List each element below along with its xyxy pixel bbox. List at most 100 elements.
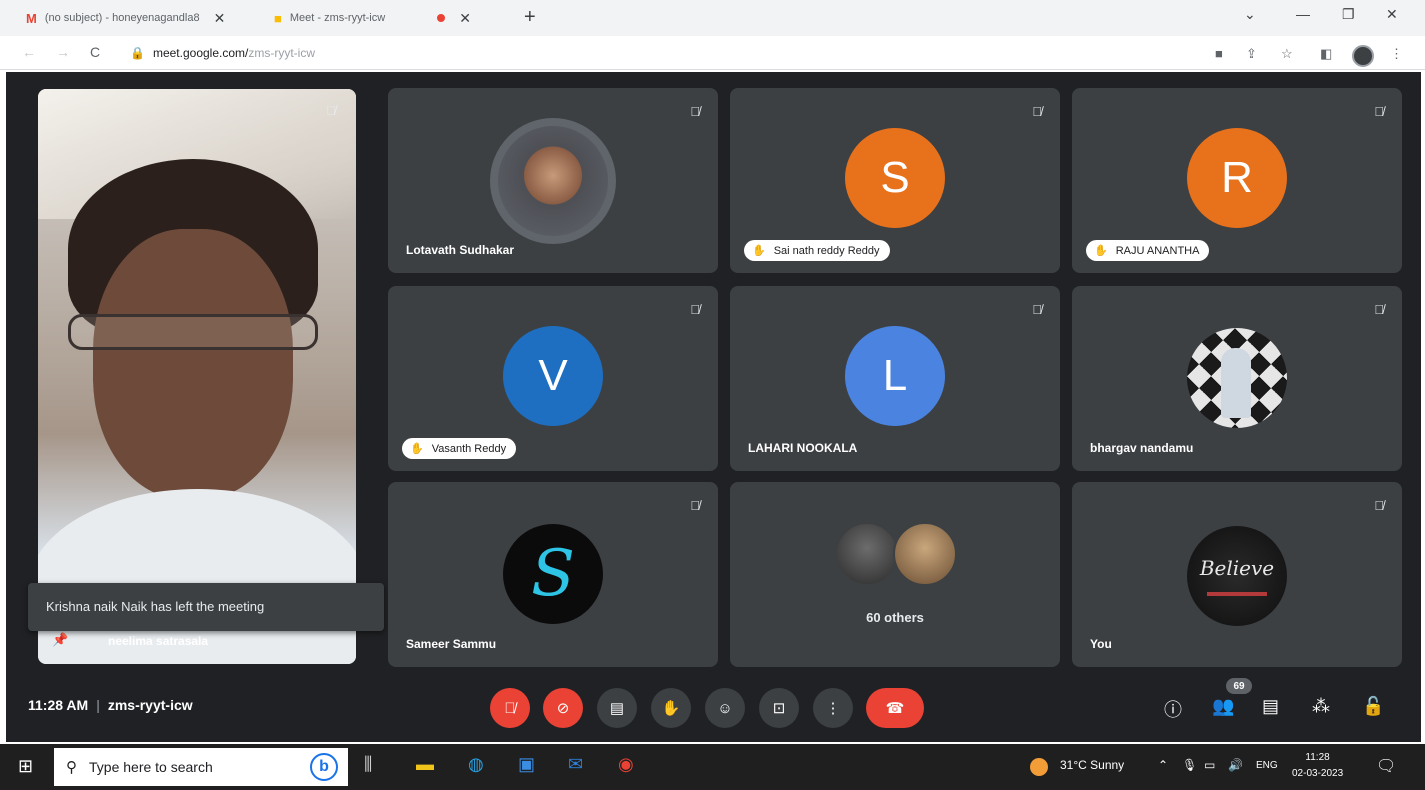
profile-avatar[interactable] (1352, 45, 1374, 67)
bing-icon[interactable]: b (310, 753, 338, 781)
language-indicator[interactable]: ENG (1256, 760, 1278, 771)
hand-raised-icon: ✋ (1094, 245, 1108, 257)
participant-tile[interactable]: S 🎙̸ Sameer Sammu (388, 482, 718, 667)
captions-button[interactable]: ▤ (597, 688, 637, 728)
more-options-button[interactable]: ⋮ (813, 688, 853, 728)
separator: | (96, 697, 100, 713)
people-button[interactable]: 👥 (1212, 696, 1234, 717)
participant-tile[interactable]: R 🎙̸ ✋ RAJU ANANTHA (1072, 88, 1402, 273)
activities-button[interactable]: ⁂ (1312, 696, 1330, 717)
tab-meet-label: Meet - zms-ryyt-icw (289, 12, 386, 24)
restore-button[interactable]: ❐ (1342, 6, 1355, 23)
tab-search-icon[interactable]: ⌄ (1244, 6, 1256, 23)
participant-name: Lotavath Sudhakar (406, 243, 515, 257)
logo-s-icon: S (531, 537, 575, 611)
other-avatar (893, 522, 957, 586)
microphone-tray-icon[interactable]: 🎙 (1182, 758, 1197, 772)
meeting-code: zms-ryyt-icw (107, 697, 193, 713)
mail-icon[interactable]: ✉ (568, 754, 583, 775)
camera-icon[interactable]: ■ (1215, 46, 1223, 61)
weather-text[interactable]: 31°C Sunny (1060, 758, 1124, 772)
participant-tile[interactable]: Believe 🎙̸ You (1072, 482, 1402, 667)
participant-glasses (68, 314, 318, 350)
back-icon[interactable]: ← (22, 44, 36, 60)
avatar-initial: V (538, 351, 568, 400)
pinned-participant-tile[interactable]: 🎙̸ 📌 neelima satrasala (38, 89, 356, 664)
gmail-icon: M (26, 10, 37, 26)
meeting-info: 11:28 AM | zms-ryyt-icw (28, 697, 193, 713)
participant-tile[interactable]: S 🎙̸ ✋ Sai nath reddy Reddy (730, 88, 1060, 273)
participant-photo: Believe (1187, 526, 1287, 626)
share-icon[interactable]: ⇪ (1246, 46, 1257, 62)
microphone-toggle-button[interactable]: 🎙̸ (490, 688, 530, 728)
participant-name: Sai nath reddy Reddy (773, 244, 880, 257)
close-window-button[interactable]: ✕ (1386, 6, 1398, 23)
mic-off-icon: 🎙̸ (1374, 498, 1384, 513)
reactions-button[interactable]: ☺ (705, 688, 745, 728)
close-tab-icon[interactable]: ✕ (214, 10, 226, 27)
participant-avatar: R (1187, 128, 1287, 228)
edge-icon[interactable]: ◍ (468, 754, 484, 775)
photo-text: Believe (1199, 556, 1275, 580)
pin-icon[interactable]: 📌 (52, 632, 68, 648)
present-button[interactable]: ⊡ (759, 688, 799, 728)
participant-tile[interactable]: V 🎙̸ ✋ Vasanth Reddy (388, 286, 718, 471)
new-tab-button[interactable]: + (524, 6, 536, 29)
participant-photo (490, 118, 616, 244)
close-tab-icon[interactable]: ✕ (459, 10, 471, 27)
person-figure (1221, 348, 1251, 418)
file-explorer-icon[interactable]: ▬ (416, 754, 434, 775)
others-count-label: 60 others (866, 610, 924, 625)
participant-tile[interactable]: 60 others (730, 482, 1060, 667)
volume-icon[interactable]: 🔊 (1228, 758, 1243, 772)
url-field[interactable]: 🔒 meet.google.com/zms-ryyt-icw (130, 46, 315, 60)
show-hidden-icons[interactable]: ⌃ (1158, 758, 1168, 772)
chrome-icon[interactable]: ◉ (618, 754, 634, 775)
forward-icon[interactable]: → (56, 44, 70, 60)
mic-off-icon: 🎙̸ (1032, 104, 1042, 119)
captions-icon: ▤ (609, 700, 625, 717)
notifications-icon[interactable]: 🗨 (1376, 756, 1396, 776)
people-icon: 👥 (1212, 696, 1235, 716)
taskbar-clock[interactable]: 11:28 02-03-2023 (1292, 750, 1343, 782)
task-view-icon[interactable]: ⫼ (364, 754, 372, 775)
leave-call-button[interactable]: ☎ (866, 688, 924, 728)
store-icon[interactable]: ▣ (518, 754, 535, 775)
more-dots-icon: ⋮ (825, 700, 841, 717)
avatar-initial: S (880, 153, 910, 202)
avatar-initial: R (1221, 153, 1253, 202)
bookmark-star-icon[interactable]: ☆ (1281, 46, 1293, 62)
raise-hand-button[interactable]: ✋ (651, 688, 691, 728)
pinned-participant-name: neelima satrasala (108, 634, 209, 648)
meet-stage: 🎙̸ 📌 neelima satrasala Krishna naik Naik… (6, 72, 1421, 742)
mic-off-icon: 🎙̸ (1032, 302, 1042, 317)
chat-button[interactable]: ▤ (1262, 696, 1279, 717)
windows-start-icon[interactable]: ⊞ (18, 756, 33, 777)
participant-avatar: V (503, 326, 603, 426)
taskbar-search-box[interactable]: ⚲ Type here to search b (54, 748, 348, 786)
lock-person-icon: 🔓 (1362, 696, 1385, 716)
camera-toggle-button[interactable]: ⊘ (543, 688, 583, 728)
menu-dots-icon[interactable]: ⋮ (1390, 46, 1403, 62)
clock-time: 11:28 (1305, 752, 1330, 763)
participant-name: Sameer Sammu (406, 637, 497, 651)
battery-icon[interactable]: ▭ (1204, 758, 1215, 772)
host-controls-button[interactable]: 🔓 (1362, 696, 1384, 717)
mic-off-icon: 🎙̸ (1374, 104, 1384, 119)
participant-name: RAJU ANANTHA (1115, 244, 1200, 257)
participant-tile[interactable]: 🎙̸ Lotavath Sudhakar (388, 88, 718, 273)
current-time: 11:28 AM (28, 697, 89, 713)
participant-tile[interactable]: 🎙̸ bhargav nandamu (1072, 286, 1402, 471)
tab-meet[interactable]: ■ Meet - zms-ryyt-icw ✕ (274, 6, 519, 30)
tab-gmail[interactable]: M (no subject) - honeyenagandla8 ✕ (26, 6, 261, 30)
participant-photo: S (503, 524, 603, 624)
meet-icon: ■ (274, 10, 282, 26)
side-panel-icon[interactable]: ◧ (1320, 46, 1332, 62)
meeting-details-button[interactable]: ⓘ (1164, 696, 1182, 722)
mic-off-icon: 🎙̸ (690, 302, 700, 317)
hand-raised-badge: ✋ Vasanth Reddy (402, 438, 517, 459)
reload-icon[interactable]: C (90, 44, 100, 60)
participant-tile[interactable]: L 🎙̸ LAHARI NOOKALA (730, 286, 1060, 471)
address-bar-row: ← → C 🔒 meet.google.com/zms-ryyt-icw ■ ⇪ … (0, 36, 1425, 70)
minimize-button[interactable]: — (1296, 6, 1310, 22)
